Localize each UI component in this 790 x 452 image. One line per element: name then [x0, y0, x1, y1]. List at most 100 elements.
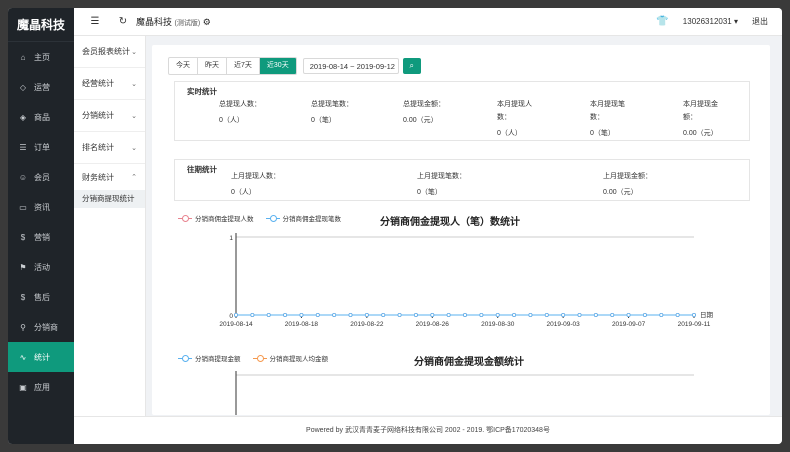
sidebar-item-7[interactable]: ⚑ 活动 [8, 252, 74, 282]
site-title: 魔晶科技 [136, 17, 173, 27]
sidebar-item-4[interactable]: ☺ 会员 [8, 162, 74, 192]
sidebar-item-label: 商品 [34, 112, 50, 122]
news-icon: ▭ [19, 202, 27, 212]
sidebar-item-1[interactable]: ◇ 运营 [8, 72, 74, 102]
sidebar-item-0[interactable]: ⌂ 主页 [8, 42, 74, 72]
account-menu[interactable]: 13026312031 ▾ [683, 17, 738, 26]
data-point [381, 313, 386, 318]
list-icon: ☰ [19, 142, 27, 152]
chart-canvas: 0 1 2019-08-14 2019-08-18 2019-08-22 2019-08-… [219, 233, 714, 328]
subnav-group-member-report[interactable]: 会员报表统计 ⌄ [74, 36, 145, 68]
app-window: 魔晶科技 ⌂ 主页 ◇ 运营 ◈ 商品 ☰ 订单 ☺ 会员 ▭ 资讯 $ 营销 ⚑ 活动 $ 售后 ⚲ 分销商 ∿ 统计 ▣… [8, 8, 782, 444]
sidebar-item-label: 会员 [34, 172, 50, 182]
refresh-icon[interactable]: ↻ [116, 16, 130, 27]
stat-value: 0（人） [231, 189, 256, 196]
y-tick-label: 0 [229, 313, 233, 320]
data-point [561, 313, 566, 318]
page-title: 魔晶科技 (测试版) ⚙ [136, 15, 211, 28]
sidebar-item-8[interactable]: $ 售后 [8, 282, 74, 312]
subnav-group-business[interactable]: 经营统计 ⌄ [74, 68, 145, 100]
sidebar-item-label: 订单 [34, 142, 50, 152]
sidebar-menu: ⌂ 主页 ◇ 运营 ◈ 商品 ☰ 订单 ☺ 会员 ▭ 资讯 $ 营销 ⚑ 活动 $ 售后 ⚲ 分销商 ∿ 统计 ▣ 应用 [8, 42, 74, 402]
data-point [348, 313, 353, 318]
stat-month-amount: 本月提现金额： 0.00（元） [683, 98, 731, 140]
stat-label: 总提现人数： [219, 101, 261, 108]
sidebar-item-label: 营销 [34, 232, 50, 242]
chevron-up-icon: ⌃ [131, 174, 137, 181]
y-tick-label: 1 [229, 235, 233, 242]
data-point [234, 313, 239, 318]
range-option-0[interactable]: 今天 [169, 58, 198, 74]
sidebar-item-2[interactable]: ◈ 商品 [8, 102, 74, 132]
sidebar-item-label: 售后 [34, 292, 50, 302]
sidebar-item-10[interactable]: ∿ 统计 [8, 342, 74, 372]
data-point [364, 313, 369, 318]
brand-logo: 魔晶科技 [8, 8, 74, 42]
x-tick-label: 2019-08-18 [285, 321, 319, 328]
logout-link[interactable]: 退出 [752, 16, 768, 27]
stat-last-month-people: 上月提现人数： 0（人） [231, 170, 280, 199]
stat-value: 0（人） [497, 130, 522, 137]
top-right-tools: 👕 13026312031 ▾ 退出 [656, 16, 782, 27]
range-option-2[interactable]: 近7天 [227, 58, 260, 74]
subnav-group-label: 分销统计 [82, 111, 114, 120]
shirt-icon[interactable]: 👕 [656, 16, 668, 27]
page-footer: Powered by 武汉青青麦子网络科技有限公司 2002 - 2019. 鄂… [74, 416, 782, 444]
data-point [577, 313, 582, 318]
x-tick-label: 2019-08-14 [219, 321, 253, 328]
subnav-group-distribution[interactable]: 分销统计 ⌄ [74, 100, 145, 132]
data-point [250, 313, 255, 318]
sidebar-item-5[interactable]: ▭ 资讯 [8, 192, 74, 222]
menu-toggle-icon[interactable]: ☰ [88, 16, 102, 27]
sidebar-item-label: 主页 [34, 52, 50, 62]
settings-gear-icon[interactable]: ⚙ [203, 17, 211, 27]
sidebar-item-6[interactable]: $ 营销 [8, 222, 74, 252]
realtime-stats-panel: 实时统计 总提现人数： 0（人） 总提现笔数： 0（笔） 总提现金额： 0.00（元）… [174, 81, 750, 141]
sidebar-item-label: 分销商 [34, 322, 58, 332]
data-point [413, 313, 418, 318]
x-tick-label: 2019-09-11 [678, 321, 711, 328]
data-point [283, 313, 288, 318]
stat-label: 本月提现笔数： [590, 101, 625, 121]
x-tick-label: 2019-08-22 [350, 321, 384, 328]
stat-label: 本月提现人数： [497, 101, 532, 121]
person-icon: ⚲ [20, 322, 26, 332]
chevron-down-icon: ⌄ [131, 80, 137, 88]
stat-value: 0.00（元） [403, 117, 438, 124]
data-point [462, 313, 467, 318]
filter-bar: 今天 昨天 近7天 近30天 2019-08-14 ~ 2019-09-12 ⌕ [168, 57, 421, 75]
range-selector: 今天 昨天 近7天 近30天 [168, 57, 297, 75]
sidebar-item-3[interactable]: ☰ 订单 [8, 132, 74, 162]
date-range-input[interactable]: 2019-08-14 ~ 2019-09-12 [302, 58, 399, 74]
stat-label: 本月提现金额： [683, 101, 718, 121]
data-point [544, 313, 549, 318]
stat-value: 0（笔） [590, 130, 615, 137]
search-button[interactable]: ⌕ [402, 58, 421, 74]
data-point [299, 313, 304, 318]
data-point [626, 313, 631, 318]
data-point [692, 313, 697, 318]
range-option-1[interactable]: 昨天 [198, 58, 227, 74]
subnav-group-label: 经营统计 [82, 79, 114, 88]
stat-value: 0.00（元） [683, 130, 718, 137]
subnav-group-ranking[interactable]: 排名统计 ⌄ [74, 132, 145, 164]
history-stats-title: 往期统计 [187, 165, 217, 174]
data-point [332, 313, 337, 318]
stat-total-count: 总提现笔数： 0（笔） [311, 98, 381, 127]
data-point [593, 313, 598, 318]
subnav-group-label: 财务统计 [82, 172, 114, 182]
caret-down-icon: ▾ [733, 17, 738, 26]
stat-last-month-count: 上月提现笔数： 0（笔） [417, 170, 466, 199]
sidebar-item-11[interactable]: ▣ 应用 [8, 372, 74, 402]
sidebar-item-9[interactable]: ⚲ 分销商 [8, 312, 74, 342]
subnav-group-finance[interactable]: 财务统计 ⌃ [74, 164, 145, 190]
shield-icon: ◇ [19, 82, 27, 92]
data-point [642, 313, 647, 318]
site-title-note: (测试版) [174, 20, 201, 27]
history-stats-panel: 往期统计 上月提现人数： 0（人） 上月提现笔数： 0（笔） 上月提现金额： 0.00… [174, 159, 750, 201]
range-option-3[interactable]: 近30天 [259, 58, 296, 74]
realtime-stats-title: 实时统计 [187, 87, 217, 96]
subnav-item-withdraw-stats[interactable]: 分销商提现统计 [74, 190, 145, 208]
stat-month-people: 本月提现人数： 0（人） [497, 98, 541, 140]
data-point [266, 313, 271, 318]
